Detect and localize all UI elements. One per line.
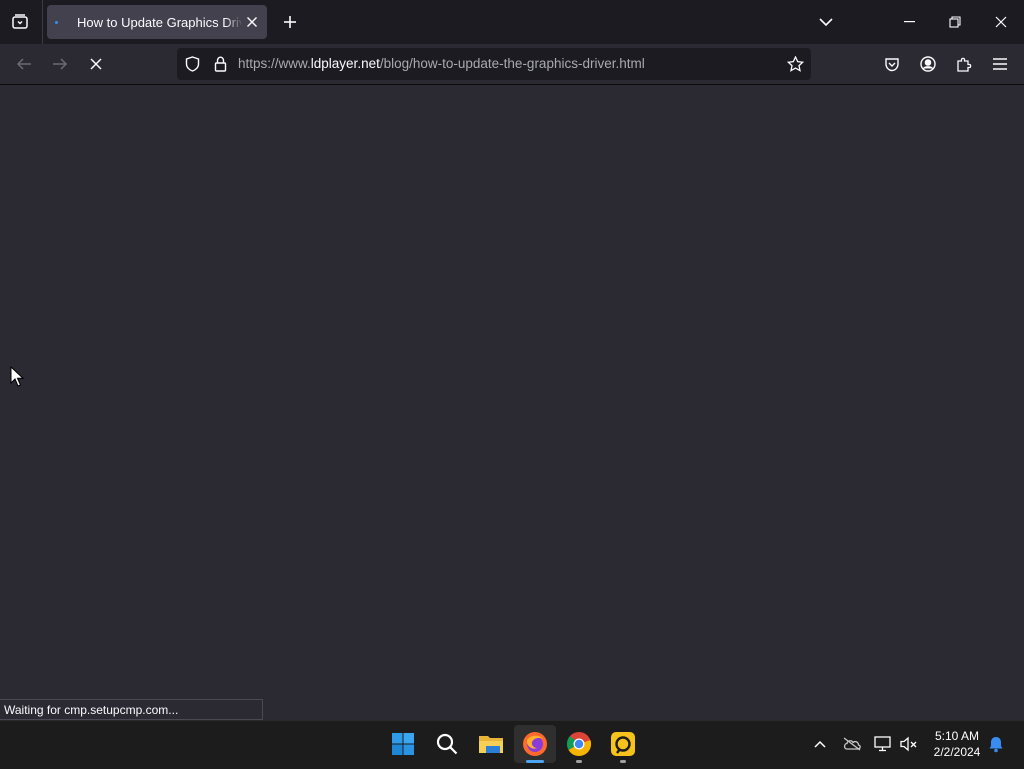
forward-arrow-icon[interactable] bbox=[48, 52, 72, 76]
close-tab-icon[interactable] bbox=[243, 13, 261, 31]
page-content[interactable] bbox=[0, 85, 1024, 720]
taskbar bbox=[0, 720, 1024, 769]
status-text: Waiting for cmp.setupcmp.com... bbox=[0, 699, 263, 720]
search-icon[interactable] bbox=[432, 729, 462, 759]
star-icon[interactable] bbox=[785, 54, 805, 74]
plus-icon[interactable] bbox=[278, 10, 302, 34]
hamburger-menu-icon[interactable] bbox=[988, 52, 1012, 76]
pocket-icon[interactable] bbox=[880, 52, 904, 76]
account-icon[interactable] bbox=[916, 52, 940, 76]
windows-start-icon[interactable] bbox=[388, 729, 418, 759]
tab-strip: How to Update Graphics Driver bbox=[0, 0, 1024, 44]
mouse-cursor-icon bbox=[10, 366, 24, 388]
close-icon[interactable] bbox=[978, 0, 1024, 44]
url-path: /blog/how-to-update-the-graphics-driver.… bbox=[379, 56, 645, 71]
active-tab[interactable]: How to Update Graphics Driver bbox=[47, 5, 267, 39]
minimize-icon[interactable] bbox=[886, 0, 932, 44]
chrome-running-indicator bbox=[576, 760, 582, 763]
network-icon[interactable] bbox=[872, 734, 894, 754]
chevron-up-icon[interactable] bbox=[810, 734, 830, 754]
firefox-icon[interactable] bbox=[520, 729, 550, 759]
tab-title: How to Update Graphics Driver bbox=[77, 15, 241, 30]
taskbar-clock[interactable]: 5:10 AM 2/2/2024 bbox=[926, 728, 988, 760]
back-arrow-icon[interactable] bbox=[12, 52, 36, 76]
stop-icon[interactable] bbox=[84, 52, 108, 76]
tab-manager-icon[interactable] bbox=[8, 10, 32, 34]
ldplayer-running-indicator bbox=[620, 760, 626, 763]
volume-muted-icon[interactable] bbox=[898, 734, 920, 754]
clock-date: 2/2/2024 bbox=[933, 745, 981, 759]
url-prefix: https://www. bbox=[238, 56, 311, 71]
url-text[interactable]: https://www.ldplayer.net/blog/how-to-upd… bbox=[238, 56, 645, 72]
url-host: ldplayer.net bbox=[310, 56, 380, 71]
tab-separator bbox=[42, 0, 43, 44]
shield-icon[interactable] bbox=[182, 54, 202, 74]
tab-loading-icon bbox=[55, 21, 58, 24]
chrome-icon[interactable] bbox=[564, 729, 594, 759]
chevron-down-icon[interactable] bbox=[814, 10, 838, 34]
notification-bell-icon[interactable] bbox=[986, 734, 1006, 754]
ldplayer-icon[interactable] bbox=[608, 729, 638, 759]
tab-title-fade bbox=[225, 9, 243, 35]
puzzle-icon[interactable] bbox=[952, 52, 976, 76]
restore-icon[interactable] bbox=[932, 0, 978, 44]
onedrive-offline-icon[interactable] bbox=[840, 734, 864, 754]
lock-icon[interactable] bbox=[210, 54, 230, 74]
file-explorer-icon[interactable] bbox=[476, 729, 506, 759]
firefox-running-indicator bbox=[526, 760, 544, 763]
clock-time: 5:10 AM bbox=[934, 729, 980, 743]
url-bar[interactable]: https://www.ldplayer.net/blog/how-to-upd… bbox=[177, 48, 811, 80]
